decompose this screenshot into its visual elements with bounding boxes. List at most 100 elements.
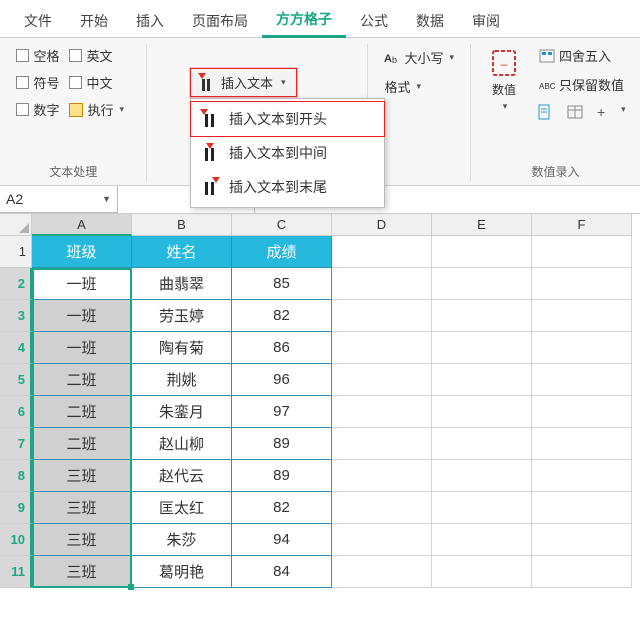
- cell[interactable]: [532, 236, 632, 268]
- tab-review[interactable]: 审阅: [458, 6, 514, 37]
- cell[interactable]: [432, 556, 532, 588]
- cell[interactable]: 赵山柳: [132, 428, 232, 460]
- cell[interactable]: [332, 332, 432, 364]
- cell[interactable]: [332, 364, 432, 396]
- cell[interactable]: [432, 236, 532, 268]
- cell[interactable]: [532, 428, 632, 460]
- col-header-C[interactable]: C: [232, 214, 332, 236]
- tab-home[interactable]: 开始: [66, 6, 122, 37]
- cell[interactable]: 匡太红: [132, 492, 232, 524]
- cell[interactable]: [332, 428, 432, 460]
- row-header[interactable]: 4: [0, 332, 32, 364]
- format-button[interactable]: 格式▾: [378, 75, 460, 98]
- cell[interactable]: [432, 300, 532, 332]
- row-header[interactable]: 10: [0, 524, 32, 556]
- cell[interactable]: 94: [232, 524, 332, 556]
- cell[interactable]: 姓名: [132, 236, 232, 268]
- cell[interactable]: 三班: [32, 556, 132, 588]
- cell[interactable]: 89: [232, 428, 332, 460]
- check-number[interactable]: 数字: [16, 100, 59, 119]
- cell[interactable]: [432, 524, 532, 556]
- cell[interactable]: 朱銮月: [132, 396, 232, 428]
- cell[interactable]: 成绩: [232, 236, 332, 268]
- check-chinese[interactable]: 中文: [69, 73, 124, 92]
- cell[interactable]: 一班: [32, 300, 132, 332]
- cell[interactable]: 一班: [32, 268, 132, 300]
- cell[interactable]: 二班: [32, 396, 132, 428]
- cell[interactable]: 三班: [32, 524, 132, 556]
- cell[interactable]: 赵代云: [132, 460, 232, 492]
- cell[interactable]: [532, 332, 632, 364]
- cell[interactable]: 三班: [32, 492, 132, 524]
- col-header-D[interactable]: D: [332, 214, 432, 236]
- cell[interactable]: 劳玉婷: [132, 300, 232, 332]
- plus-icon[interactable]: +: [597, 104, 605, 120]
- row-header[interactable]: 7: [0, 428, 32, 460]
- cell[interactable]: [332, 460, 432, 492]
- cell[interactable]: 一班: [32, 332, 132, 364]
- cell[interactable]: 班级: [32, 236, 132, 268]
- tab-data[interactable]: 数据: [402, 6, 458, 37]
- tab-formula[interactable]: 公式: [346, 6, 402, 37]
- cell[interactable]: 葛明艳: [132, 556, 232, 588]
- tab-insert[interactable]: 插入: [122, 6, 178, 37]
- cell[interactable]: [332, 524, 432, 556]
- cell[interactable]: [532, 300, 632, 332]
- row-header[interactable]: 1: [0, 236, 32, 268]
- cell[interactable]: [432, 492, 532, 524]
- row-header[interactable]: 3: [0, 300, 32, 332]
- menu-insert-middle[interactable]: 插入文本到中间: [191, 136, 384, 170]
- cell[interactable]: [532, 396, 632, 428]
- menu-insert-start[interactable]: 插入文本到开头: [190, 101, 385, 137]
- cell[interactable]: 曲翡翠: [132, 268, 232, 300]
- row-header[interactable]: 11: [0, 556, 32, 588]
- numeric-button[interactable]: – 数值 ▾: [481, 44, 527, 160]
- cell[interactable]: 84: [232, 556, 332, 588]
- tab-layout[interactable]: 页面布局: [178, 6, 262, 37]
- cell[interactable]: 85: [232, 268, 332, 300]
- cell[interactable]: 朱莎: [132, 524, 232, 556]
- cell[interactable]: [332, 396, 432, 428]
- name-box[interactable]: A2 ▼: [0, 186, 118, 213]
- col-header-A[interactable]: A: [32, 214, 132, 236]
- cell[interactable]: [432, 396, 532, 428]
- row-header[interactable]: 9: [0, 492, 32, 524]
- col-header-E[interactable]: E: [432, 214, 532, 236]
- cell[interactable]: [532, 460, 632, 492]
- cell[interactable]: [532, 268, 632, 300]
- case-button[interactable]: Ab 大小写▾: [378, 46, 460, 69]
- cell[interactable]: [332, 300, 432, 332]
- cell[interactable]: [332, 268, 432, 300]
- doc-icon[interactable]: [537, 104, 553, 120]
- row-header[interactable]: 5: [0, 364, 32, 396]
- keep-numeric-button[interactable]: ABC 只保留数值: [533, 73, 630, 96]
- round-button[interactable]: 四舍五入: [533, 44, 630, 67]
- table-icon[interactable]: [567, 104, 583, 120]
- cell[interactable]: [332, 556, 432, 588]
- row-header[interactable]: 6: [0, 396, 32, 428]
- execute-button[interactable]: 执行▾: [69, 100, 124, 119]
- cell[interactable]: 二班: [32, 428, 132, 460]
- tab-fangfang[interactable]: 方方格子: [262, 4, 346, 38]
- cell[interactable]: 陶有菊: [132, 332, 232, 364]
- select-all-button[interactable]: [0, 214, 32, 236]
- cell[interactable]: 96: [232, 364, 332, 396]
- cell[interactable]: [532, 492, 632, 524]
- cell[interactable]: 82: [232, 300, 332, 332]
- menu-insert-end[interactable]: 插入文本到末尾: [191, 170, 384, 204]
- check-symbol[interactable]: 符号: [16, 73, 59, 92]
- cell[interactable]: 三班: [32, 460, 132, 492]
- cell[interactable]: [532, 364, 632, 396]
- cell[interactable]: [532, 524, 632, 556]
- cell[interactable]: [332, 236, 432, 268]
- cell[interactable]: [432, 428, 532, 460]
- cell[interactable]: 二班: [32, 364, 132, 396]
- cell[interactable]: [432, 460, 532, 492]
- cell[interactable]: [432, 268, 532, 300]
- cell[interactable]: [432, 332, 532, 364]
- cell[interactable]: 86: [232, 332, 332, 364]
- check-english[interactable]: 英文: [69, 46, 124, 65]
- cell[interactable]: [432, 364, 532, 396]
- tab-file[interactable]: 文件: [10, 6, 66, 37]
- cell[interactable]: 82: [232, 492, 332, 524]
